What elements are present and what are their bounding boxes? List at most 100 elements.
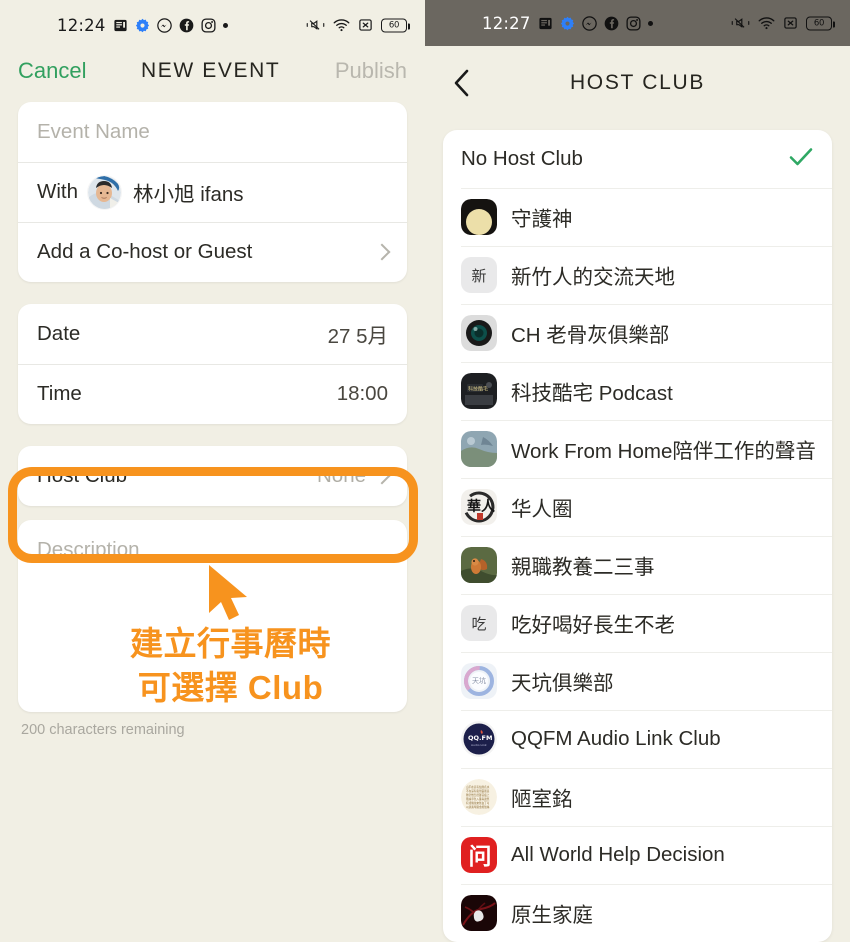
left-phone-screen: 12:24 60 Cancel NEW EVENT Publish Event …: [0, 0, 425, 942]
list-item[interactable]: 吃 吃好喝好長生不老: [443, 594, 832, 652]
battery-icon: 60: [806, 16, 835, 30]
list-item[interactable]: 親職教養二三事: [443, 536, 832, 594]
no-sim-icon: [358, 18, 373, 33]
qqfm-avatar-icon: QQ.FM Audio Link: [461, 721, 497, 757]
facebook-icon: [604, 16, 619, 31]
battery-icon: 60: [381, 18, 410, 32]
text-avatar-icon: 吃: [461, 605, 497, 641]
description-input[interactable]: Description: [37, 538, 140, 561]
list-item[interactable]: QQ.FM Audio Link QQFM Audio Link Club: [443, 710, 832, 768]
instagram-icon: [626, 15, 641, 31]
wifi-icon: [758, 16, 775, 31]
list-item[interactable]: 科技酷宅 科技酷宅 Podcast: [443, 362, 832, 420]
messenger-icon: [156, 17, 172, 33]
event-name-input[interactable]: Event Name: [37, 120, 150, 144]
wen-avatar-icon: 问: [461, 837, 497, 873]
status-bar-right-group: 60: [306, 18, 410, 33]
host-club-card: Host Club None: [18, 446, 407, 506]
svg-text:不在深有龍則靈斯是: 不在深有龍則靈斯是: [466, 789, 490, 793]
club-name: 陋室銘: [511, 788, 573, 811]
text-avatar-icon: 新: [461, 257, 497, 293]
event-details-card: Event Name With 林小旭 ifans Add a Co-host …: [18, 102, 407, 282]
squirrel-avatar-icon: [461, 547, 497, 583]
svg-text:山不在高有仙則名水: 山不在高有仙則名水: [466, 785, 490, 789]
club-name: 华人圈: [511, 498, 573, 521]
svg-text:以調素琴閱金經無絲: 以調素琴閱金經無絲: [466, 805, 490, 809]
club-name: 吃好喝好長生不老: [511, 614, 675, 637]
add-cohost-row[interactable]: Add a Co-host or Guest: [18, 222, 407, 282]
list-item[interactable]: CH 老骨灰俱樂部: [443, 304, 832, 362]
calligraphy-avatar-icon: 山不在高有仙則名水 不在深有龍則靈斯是 陋室惟吾德馨苔痕上 階綠草色入簾青談笑 有鴻儒往…: [461, 779, 497, 815]
svg-text:階綠草色入簾青談笑: 階綠草色入簾青談笑: [466, 797, 490, 801]
date-row[interactable]: Date 27 5月: [18, 304, 407, 364]
time-row[interactable]: Time 18:00: [18, 364, 407, 424]
list-item[interactable]: 山不在高有仙則名水 不在深有龍則靈斯是 陋室惟吾德馨苔痕上 階綠草色入簾青談笑 有鴻儒往…: [443, 768, 832, 826]
list-item[interactable]: 问 All World Help Decision: [443, 826, 832, 884]
event-name-row[interactable]: Event Name: [18, 102, 407, 162]
with-host-row[interactable]: With 林小旭 ifans: [18, 162, 407, 222]
club-name: 新竹人的交流天地: [511, 266, 675, 289]
list-item[interactable]: 原生家庭: [443, 884, 832, 942]
wifi-icon: [333, 18, 350, 33]
status-bar-left-group: 12:27: [442, 14, 653, 33]
no-sim-icon: [783, 16, 798, 31]
vibrate-mute-icon: [306, 18, 325, 33]
svg-text:QQ.FM: QQ.FM: [468, 734, 492, 742]
club-name: 原生家庭: [511, 904, 593, 927]
tech-avatar-icon: 科技酷宅: [461, 373, 497, 409]
club-name: 天坑俱樂部: [511, 672, 614, 695]
news-icon: [113, 18, 128, 33]
right-nav-bar: HOST CLUB: [425, 46, 850, 120]
status-bar-right-group: 60: [731, 16, 835, 31]
with-label: With: [37, 180, 78, 203]
right-status-bar: 12:27 60: [425, 0, 850, 46]
vibrate-mute-icon: [731, 16, 750, 31]
annotation-line-2: 可選擇 Club: [137, 668, 324, 706]
page-title: NEW EVENT: [141, 59, 281, 82]
right-phone-screen: 12:27 60 HOST CLUB No Host Club 守護神 新 新竹…: [425, 0, 850, 942]
publish-button[interactable]: Publish: [335, 58, 407, 84]
status-bar-clock: 12:27: [482, 13, 531, 33]
ink-avatar-icon: 華人: [461, 489, 497, 525]
list-item[interactable]: No Host Club: [443, 130, 832, 188]
guardian-avatar-icon: [461, 199, 497, 235]
club-name: 科技酷宅 Podcast: [511, 382, 673, 405]
gear-icon: [135, 18, 150, 33]
facebook-icon: [179, 18, 194, 33]
avatar-letter: 新: [471, 267, 487, 285]
sheet-title: HOST CLUB: [569, 71, 706, 94]
news-icon: [538, 16, 553, 31]
club-name: QQFM Audio Link Club: [511, 727, 721, 750]
chevron-right-icon: [373, 467, 391, 485]
list-item[interactable]: 守護神: [443, 188, 832, 246]
back-button[interactable]: [445, 66, 479, 100]
messenger-icon: [581, 15, 597, 31]
lens-avatar-icon: [461, 315, 497, 351]
host-club-label: Host Club: [37, 464, 128, 487]
instagram-icon: [201, 17, 216, 33]
host-club-row[interactable]: Host Club None: [18, 446, 407, 506]
avatar: [88, 175, 121, 209]
status-bar-left-group: 12:24: [17, 16, 228, 35]
list-item[interactable]: Work From Home陪伴工作的聲音: [443, 420, 832, 478]
datetime-card: Date 27 5月 Time 18:00: [18, 304, 407, 424]
svg-text:问: 问: [469, 844, 492, 870]
svg-text:華人: 華人: [467, 498, 496, 515]
gear-icon: [560, 16, 575, 31]
photo-avatar-icon: [461, 431, 497, 467]
club-name: CH 老骨灰俱樂部: [511, 324, 670, 347]
host-club-sheet: HOST CLUB No Host Club 守護神 新 新竹人的交流天地 CH…: [425, 46, 850, 942]
add-cohost-label: Add a Co-host or Guest: [37, 240, 253, 263]
chevron-right-icon: [373, 243, 391, 261]
dot-icon: [647, 20, 653, 26]
cancel-button[interactable]: Cancel: [18, 58, 86, 84]
club-name: All World Help Decision: [511, 843, 725, 866]
list-item[interactable]: 天坑 天坑俱樂部: [443, 652, 832, 710]
host-name: 林小旭 ifans: [133, 183, 244, 206]
list-item[interactable]: 華人 华人圈: [443, 478, 832, 536]
club-list: No Host Club 守護神 新 新竹人的交流天地 CH 老骨灰俱樂部 科技…: [443, 130, 832, 942]
list-item[interactable]: 新 新竹人的交流天地: [443, 246, 832, 304]
annotation-line-1: 建立行事曆時: [130, 625, 331, 662]
dot-icon: [222, 22, 228, 28]
